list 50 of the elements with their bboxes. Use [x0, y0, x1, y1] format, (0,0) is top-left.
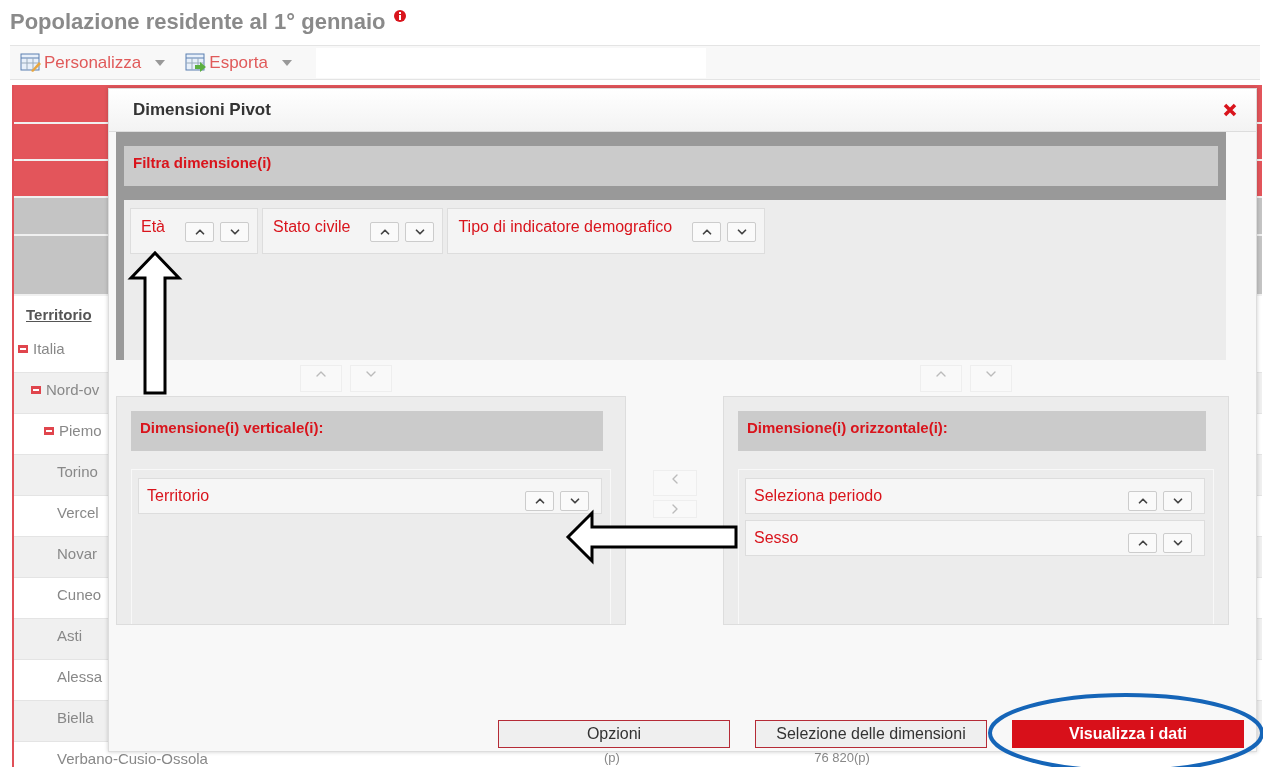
collapse-icon[interactable]	[18, 344, 28, 353]
primary-button[interactable]: Visualizza i dati	[1012, 720, 1244, 748]
table-cell-text: (p)	[604, 749, 621, 765]
info-icon[interactable]	[393, 10, 406, 22]
row-label: Asti	[57, 627, 82, 644]
table-cell-text: 76 820	[813, 749, 854, 765]
dimension-chip[interactable]: Età	[130, 208, 258, 254]
toolbar-menu-button[interactable]: Personalizza	[10, 47, 176, 78]
move-down-button[interactable]	[405, 222, 435, 242]
row-label: Cuneo	[57, 586, 102, 603]
row-label: Vercel	[57, 504, 99, 521]
move-up-button[interactable]	[692, 222, 722, 242]
section-heading: Dimensione(i) verticale(i):	[131, 411, 603, 451]
move-up-button[interactable]	[370, 222, 400, 242]
collapse-icon[interactable]	[44, 426, 54, 435]
move-down-button[interactable]	[1163, 491, 1192, 511]
dimension-chip[interactable]: Tipo di indicatore demografico	[447, 208, 766, 254]
row-label: Nord-ov	[46, 381, 100, 398]
page-title: Popolazione residente al 1° gennaio	[10, 9, 386, 35]
row-label: Biella	[57, 709, 94, 726]
row-label: Alessa	[57, 668, 103, 685]
table-pencil-icon	[20, 52, 42, 73]
row-label: Verbano-Cusio-Ossola	[57, 750, 208, 767]
move-down-button[interactable]	[727, 222, 757, 242]
secondary-button[interactable]: Opzioni	[498, 720, 730, 748]
row-label: Piemo	[59, 422, 102, 439]
move-down-button[interactable]	[220, 222, 249, 242]
section-heading: Dimensione(i) orizzontale(i):	[738, 411, 1206, 451]
move-down-button[interactable]	[560, 491, 589, 511]
dimension-chip[interactable]: Stato civile	[262, 208, 444, 254]
move-up-button[interactable]	[525, 491, 554, 511]
dimension-item[interactable]: Territorio	[138, 478, 602, 514]
dimension-item[interactable]: Sesso	[745, 520, 1205, 556]
close-button[interactable]	[1222, 102, 1238, 118]
toolbar-menu-button[interactable]: Esporta	[175, 47, 302, 78]
dialog-title: Dimensioni Pivot	[133, 100, 271, 120]
row-label: Novar	[57, 545, 97, 562]
table-cell-text: (p)	[854, 749, 871, 765]
move-up-button[interactable]	[185, 222, 214, 242]
row-label: Torino	[57, 463, 98, 480]
collapse-icon[interactable]	[31, 385, 41, 394]
caret-icon	[155, 59, 166, 66]
secondary-button[interactable]: Selezione delle dimensioni	[755, 720, 987, 748]
move-up-button[interactable]	[1128, 533, 1157, 553]
move-down-button[interactable]	[1163, 533, 1192, 553]
dimension-item[interactable]: Seleziona periodo	[745, 478, 1205, 514]
section-heading: Filtra dimensione(i)	[124, 146, 1218, 186]
row-label: Italia	[33, 340, 65, 357]
caret-icon	[281, 59, 292, 66]
move-up-button[interactable]	[1128, 491, 1157, 511]
